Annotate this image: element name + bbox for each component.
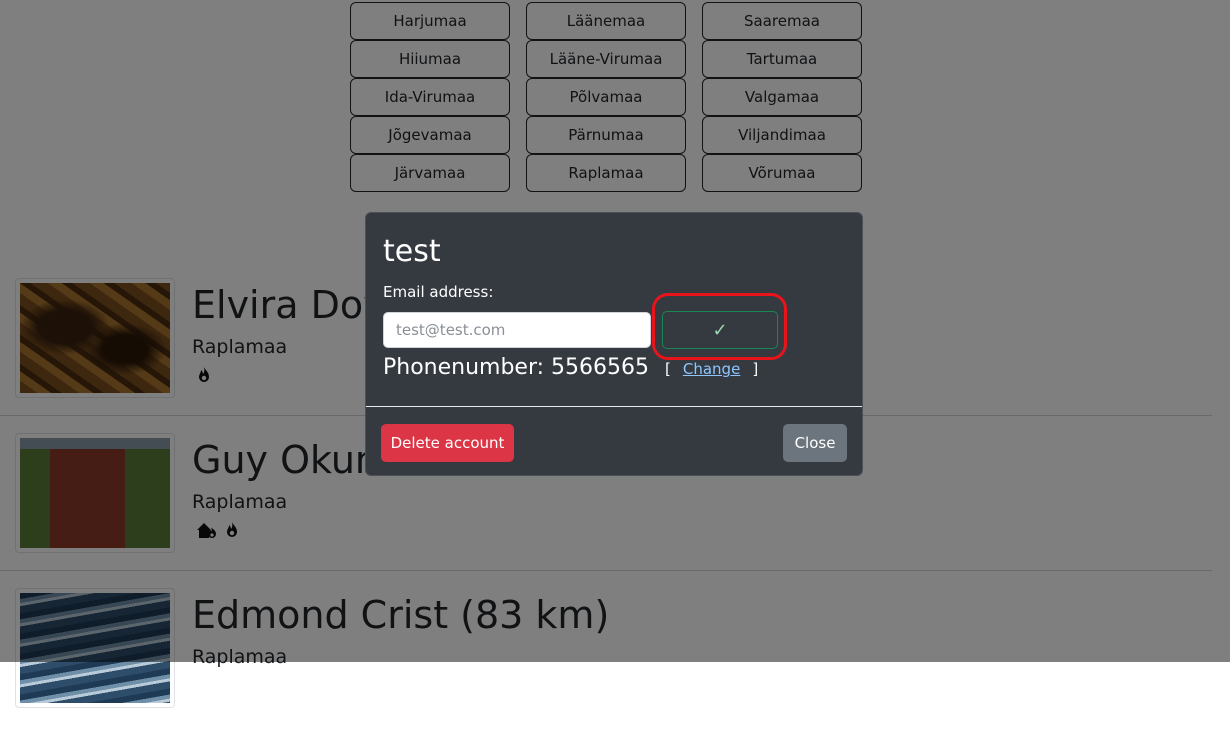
modal-title: test xyxy=(383,234,441,269)
checkmark-icon: ✓ xyxy=(712,319,728,341)
email-label: Email address: xyxy=(383,283,494,301)
confirm-email-button[interactable]: ✓ xyxy=(662,311,778,349)
phone-number-text: Phonenumber: 5566565 xyxy=(383,355,650,380)
change-phone-link[interactable]: Change xyxy=(683,360,740,378)
close-button[interactable]: Close xyxy=(783,424,847,462)
bracket-close: ] xyxy=(752,360,759,378)
delete-account-button[interactable]: Delete account xyxy=(381,424,514,462)
email-input[interactable] xyxy=(383,312,651,348)
phone-row: Phonenumber: 5566565 [ Change ] xyxy=(383,353,758,383)
account-modal: test Email address: ✓ Phonenumber: 55665… xyxy=(365,212,863,476)
modal-footer-divider xyxy=(366,406,862,407)
bracket-open: [ xyxy=(665,360,671,378)
